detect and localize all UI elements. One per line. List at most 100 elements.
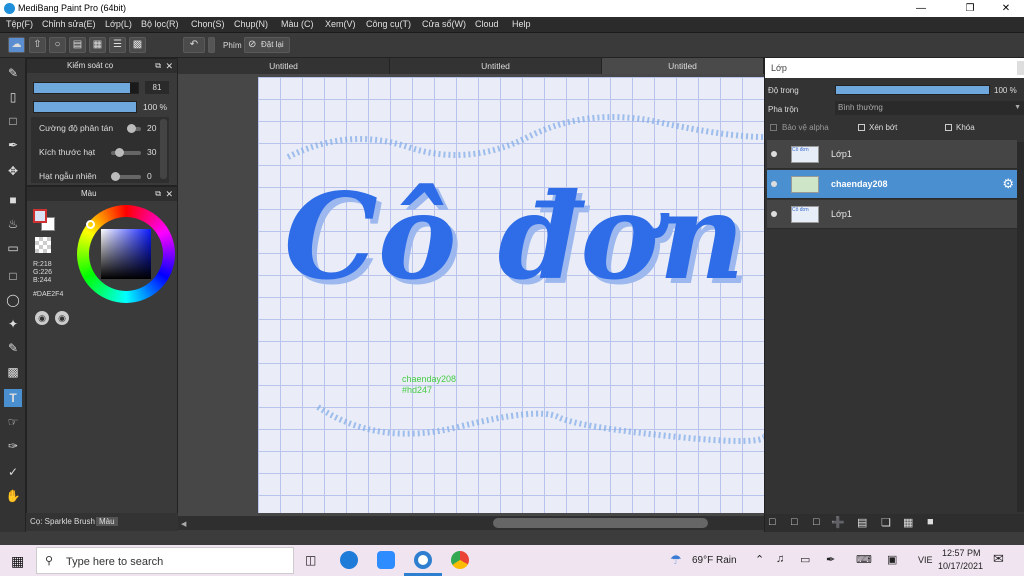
hue-ring[interactable]	[77, 205, 175, 303]
keyboard-icon[interactable]: ⌨	[856, 553, 872, 566]
chevron-up-icon[interactable]: ⌃	[755, 553, 764, 566]
minimize-icon[interactable]: —	[904, 0, 938, 17]
close-panel-icon[interactable]: ✕	[165, 59, 173, 73]
pen-tool-icon[interactable]: ✒	[4, 136, 22, 154]
doc-tab-2[interactable]: Untitled	[390, 58, 602, 74]
transparent-swatch[interactable]	[35, 237, 51, 253]
new-layer-icon[interactable]: □	[769, 516, 776, 528]
layer-row-selected[interactable]: chaenday208 ⚙	[767, 170, 1017, 199]
saturation-square[interactable]	[101, 229, 151, 279]
layer-row[interactable]: Cô đơn Lớp1	[767, 140, 1017, 169]
visibility-icon[interactable]	[771, 211, 777, 217]
blend-mode-select[interactable]: Bình thường ▼	[835, 101, 1024, 115]
network-icon[interactable]: ▭	[800, 553, 810, 566]
hue-marker[interactable]	[86, 220, 95, 229]
hand-tool-icon[interactable]: ✋	[4, 487, 22, 505]
new-layer-1bit-icon[interactable]: □	[813, 516, 820, 528]
folder-icon[interactable]: ▤	[857, 516, 867, 529]
windows-start-icon[interactable]: ▦	[11, 553, 24, 570]
dropper-tool-icon[interactable]: ✑	[4, 437, 22, 455]
display-icon[interactable]: ▣	[887, 553, 897, 566]
lock-checkbox[interactable]	[945, 124, 952, 131]
drawing-canvas[interactable]: Cô đơn chaenday208 #hd247	[258, 77, 764, 513]
menu-edit[interactable]: Chỉnh sửa(E)	[42, 19, 96, 29]
brush-tab[interactable]: Cọ: Sparkle Brush	[28, 517, 97, 526]
visibility-icon[interactable]	[771, 181, 777, 187]
select-eraser-tool-icon[interactable]: ▩	[4, 363, 22, 381]
grid-icon[interactable]: ▩	[129, 37, 146, 53]
menu-view[interactable]: Xem(V)	[325, 19, 356, 29]
color-tab[interactable]: Màu	[96, 517, 118, 526]
gradient-tool-icon[interactable]: ▭	[4, 239, 22, 257]
lasso-tool-icon[interactable]: ◯	[4, 291, 22, 309]
trash-icon[interactable]: ■	[927, 516, 934, 528]
comment-icon[interactable]: ○	[49, 37, 66, 53]
popout-icon[interactable]: ⧉	[155, 59, 161, 73]
palette-add-icon[interactable]: ◉	[55, 311, 69, 325]
menu-filter[interactable]: Bộ lọc(R)	[141, 19, 179, 29]
operation-tool-icon[interactable]: ☞	[4, 413, 22, 431]
menu-capture[interactable]: Chụp(N)	[234, 19, 268, 29]
pen-icon[interactable]: ✒	[826, 553, 835, 566]
particle-size-slider[interactable]	[111, 148, 141, 157]
gear-icon[interactable]: ⚙	[1002, 176, 1014, 192]
search-box[interactable]: ⚲ Type here to search	[36, 547, 294, 574]
undo-icon[interactable]: ↶	[183, 37, 205, 53]
menu-help[interactable]: Help	[512, 19, 531, 29]
weather-text[interactable]: 69°F Rain	[692, 555, 737, 566]
brush-tool-icon[interactable]: ✎	[4, 64, 22, 82]
random-particle-slider[interactable]	[111, 172, 141, 181]
menu-tools[interactable]: Công cụ(T)	[366, 19, 411, 29]
reset-button[interactable]: ⊘ Đặt lại	[244, 37, 290, 53]
palette-icon[interactable]: ◉	[35, 311, 49, 325]
new-layer-8bit-icon[interactable]: □	[791, 516, 798, 528]
menu-layer[interactable]: Lớp(L)	[105, 19, 132, 29]
magic-wand-tool-icon[interactable]: ✦	[4, 315, 22, 333]
doc-tab-3[interactable]: Untitled	[602, 58, 764, 74]
doc-tab-1[interactable]: Untitled	[178, 58, 390, 74]
scroll-thumb[interactable]	[493, 518, 708, 528]
text-tool-icon[interactable]: T	[4, 389, 22, 407]
select-rect-tool-icon[interactable]: □	[4, 267, 22, 285]
protect-alpha-checkbox[interactable]	[770, 124, 777, 131]
notification-icon[interactable]: ✉	[993, 551, 1004, 567]
menu-color[interactable]: Màu (C)	[281, 19, 314, 29]
merge-icon[interactable]: ▦	[903, 516, 913, 529]
canvas-area[interactable]: Cô đơn chaenday208 #hd247	[178, 74, 764, 516]
clipping-checkbox[interactable]	[858, 124, 865, 131]
move-tool-icon[interactable]: ✥	[4, 162, 22, 180]
popout-icon[interactable]: ⧉	[155, 187, 161, 201]
foreground-color-swatch[interactable]	[33, 209, 47, 223]
clock-date[interactable]: 10/17/2021	[938, 561, 983, 571]
layer-row[interactable]: Cô đơn Lớp1	[767, 200, 1017, 229]
share-icon[interactable]: ⇧	[29, 37, 46, 53]
visibility-icon[interactable]	[771, 151, 777, 157]
chat-icon[interactable]: ▤	[69, 37, 86, 53]
horizontal-scrollbar[interactable]: ◀	[178, 516, 764, 530]
fill-rect-tool-icon[interactable]: ■	[4, 191, 22, 209]
select-pen-tool-icon[interactable]: ✎	[4, 339, 22, 357]
layer-scrollbar[interactable]	[1017, 142, 1024, 512]
rect-tool-icon[interactable]: □	[4, 112, 22, 130]
brush-size-value[interactable]: 81	[145, 81, 169, 94]
brush-size-slider[interactable]	[33, 82, 139, 94]
close-panel-icon[interactable]: ✕	[165, 187, 173, 201]
brush-opacity-slider[interactable]	[33, 101, 137, 113]
page-icon[interactable]: ▦	[89, 37, 106, 53]
restore-icon[interactable]: ❐	[953, 0, 987, 17]
task-view-icon[interactable]: ◫	[305, 553, 316, 567]
layer-opacity-slider[interactable]	[835, 85, 990, 95]
medibang-taskbar-icon[interactable]	[414, 551, 432, 569]
menu-cloud[interactable]: Cloud	[475, 19, 499, 29]
speaker-icon[interactable]: ♫	[776, 553, 784, 565]
settings-scrollbar[interactable]	[160, 119, 167, 179]
eyedropper-tool-icon[interactable]: ✓	[4, 463, 22, 481]
eraser-tool-icon[interactable]: ▯	[4, 88, 22, 106]
zoom-icon[interactable]	[377, 551, 395, 569]
menu-file[interactable]: Tệp(F)	[6, 19, 33, 29]
list-icon[interactable]: ☰	[109, 37, 126, 53]
clock-time[interactable]: 12:57 PM	[942, 548, 981, 558]
bucket-tool-icon[interactable]: ♨	[4, 215, 22, 233]
scroll-left-icon[interactable]: ◀	[181, 520, 186, 528]
chrome-icon[interactable]	[451, 551, 469, 569]
